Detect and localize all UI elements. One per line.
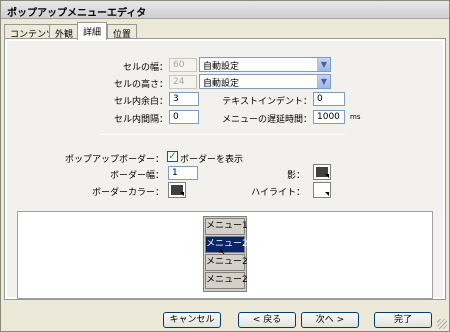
chevron-down-icon[interactable]: ▼ <box>317 58 330 71</box>
dropdown-corner-icon <box>325 192 329 196</box>
cell-height-label: セルの高さ： <box>113 80 168 90</box>
preview-popup-menu: メニュー1 メニュー2 ↖ メニュー2 メニュー2 <box>203 216 248 292</box>
preview-menu-item: メニュー2 <box>205 254 248 271</box>
text-indent-label: テキストインデント： <box>222 97 312 107</box>
cell-spacing-label: セル内間隔： <box>113 115 168 125</box>
cancel-button[interactable]: キャンセル <box>163 312 221 328</box>
checkmark-icon: ✓ <box>168 151 177 162</box>
highlight-color-picker[interactable] <box>313 182 331 198</box>
next-button[interactable]: 次へ > <box>301 312 359 328</box>
resize-grip-icon[interactable] <box>437 319 447 329</box>
highlight-label: ハイライト： <box>251 188 305 198</box>
border-color-label: ボーダーカラー： <box>91 188 164 198</box>
tab-panel: セルの幅： 60 自動設定 ▼ セルの高さ： 24 自動設定 ▼ セル内余白： … <box>4 38 446 300</box>
text-indent-input[interactable]: 0 <box>313 92 345 106</box>
cell-width-mode: 自動設定 <box>203 62 240 72</box>
cell-width-input[interactable]: 60 <box>169 58 197 72</box>
finish-button[interactable]: 完了 <box>374 312 432 328</box>
dialog-window: ポップアップメニューエディタ コンテンツ 外観 詳細 位置 セルの幅： 60 自… <box>0 0 450 332</box>
tab-advanced[interactable]: 詳細 <box>77 22 108 40</box>
dropdown-corner-icon <box>325 174 329 178</box>
show-border-label: ボーダーを表示 <box>180 155 244 165</box>
cell-width-select[interactable]: 自動設定 ▼ <box>199 57 331 72</box>
menu-delay-input[interactable]: 1000 <box>313 110 345 124</box>
cell-padding-label: セル内余白： <box>113 97 168 107</box>
preview-menu-item-highlighted: メニュー2 ↖ <box>205 236 248 259</box>
section-divider <box>101 134 345 135</box>
panel-body: セルの幅： 60 自動設定 ▼ セルの高さ： 24 自動設定 ▼ セル内余白： … <box>7 41 443 299</box>
shadow-label: 影： <box>286 171 305 181</box>
cell-padding-input[interactable]: 3 <box>169 92 199 106</box>
back-button[interactable]: < 戻る <box>238 312 296 328</box>
cell-height-input[interactable]: 24 <box>169 75 197 89</box>
cell-height-mode: 自動設定 <box>203 79 240 89</box>
dropdown-corner-icon <box>180 192 184 196</box>
show-border-checkbox[interactable]: ✓ <box>167 151 178 162</box>
menu-delay-label: メニューの遅延時間： <box>221 115 312 125</box>
border-width-label: ボーダー幅： <box>109 171 164 181</box>
border-width-input[interactable]: 1 <box>168 166 198 180</box>
window-title: ポップアップメニューエディタ <box>7 8 147 19</box>
preview-menu-item: メニュー1 <box>205 218 248 235</box>
preview-menu-item: メニュー2 <box>205 272 248 289</box>
cell-height-select[interactable]: 自動設定 ▼ <box>199 74 331 89</box>
cell-width-label: セルの幅： <box>122 63 168 73</box>
title-bar: ポップアップメニューエディタ <box>1 1 449 19</box>
tab-position[interactable]: 位置 <box>107 24 138 40</box>
tab-appearance[interactable]: 外観 <box>49 24 80 40</box>
delay-unit: ms <box>350 113 361 121</box>
chevron-down-icon[interactable]: ▼ <box>317 75 330 88</box>
cell-spacing-input[interactable]: 0 <box>169 110 199 124</box>
shadow-color-picker[interactable] <box>313 164 331 180</box>
menu-preview: メニュー1 メニュー2 ↖ メニュー2 メニュー2 <box>17 211 433 299</box>
border-color-picker[interactable] <box>168 182 186 198</box>
popup-border-label: ポップアップボーダー： <box>64 155 164 165</box>
